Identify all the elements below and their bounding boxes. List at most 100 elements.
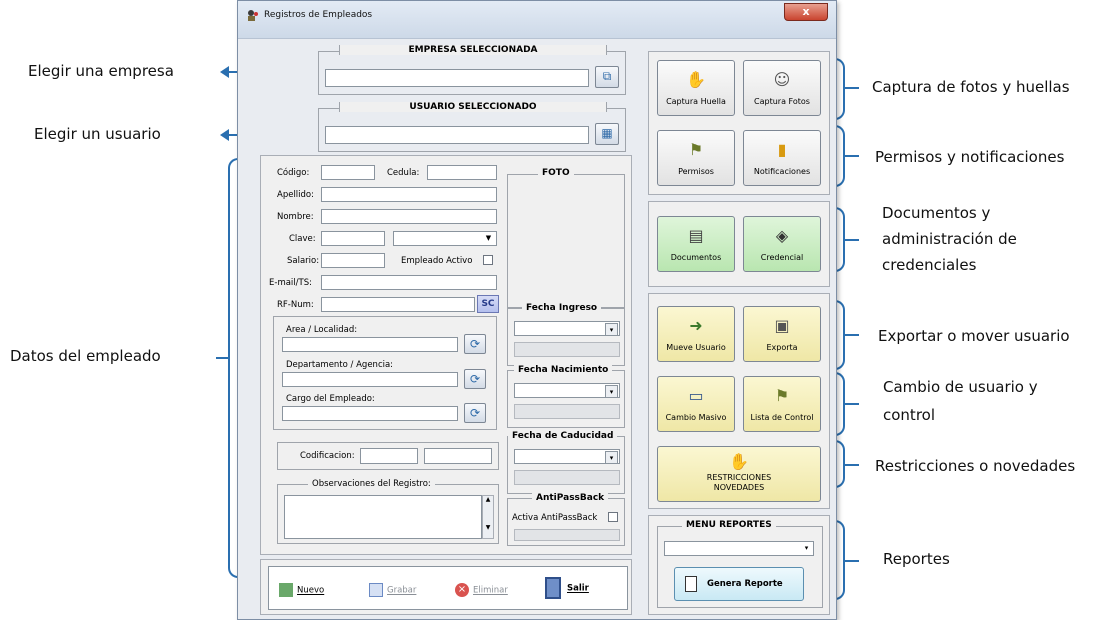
network-icon: ⧉ bbox=[602, 69, 612, 83]
tick-permisos bbox=[845, 155, 859, 157]
cambio-masivo-button[interactable]: ▭ Cambio Masivo bbox=[657, 376, 735, 432]
observaciones-groupbox: Observaciones del Registro: ▲ ▼ bbox=[277, 479, 499, 544]
usuario-select-button[interactable]: ▦ bbox=[595, 123, 619, 145]
rfnum-label: RF-Num: bbox=[277, 300, 314, 310]
observaciones-label: Observaciones del Registro: bbox=[308, 479, 435, 489]
callout-captura: Captura de fotos y huellas bbox=[872, 78, 1070, 96]
fecha-caducidad-label: Fecha de Caducidad bbox=[508, 431, 618, 441]
exporta-button[interactable]: ▣ Exporta bbox=[743, 306, 821, 362]
cambio-masivo-label: Cambio Masivo bbox=[665, 413, 727, 422]
nombre-input[interactable] bbox=[321, 209, 497, 224]
usuario-input[interactable] bbox=[325, 126, 589, 144]
fecha-caducidad-dropdown[interactable]: ▾ bbox=[514, 449, 620, 464]
bulk-change-icon: ▭ bbox=[688, 386, 704, 405]
restrictions-icon: ✋ bbox=[729, 452, 749, 471]
captura-permisos-panel: ✋ Captura Huella ☺ Captura Fotos ⚑ Permi… bbox=[648, 51, 830, 195]
codificacion-input-1[interactable] bbox=[360, 448, 418, 464]
salir-button[interactable]: Salir bbox=[545, 577, 589, 599]
captura-huella-button[interactable]: ✋ Captura Huella bbox=[657, 60, 735, 116]
cargo-input[interactable] bbox=[282, 406, 458, 421]
clave-label: Clave: bbox=[289, 234, 316, 244]
empleado-activo-label: Empleado Activo bbox=[401, 256, 473, 266]
refresh-icon: ⟳ bbox=[469, 406, 481, 420]
chevron-down-icon: ▾ bbox=[605, 323, 618, 336]
antipassback-label: AntiPassBack bbox=[532, 493, 609, 503]
cedula-input[interactable] bbox=[427, 165, 497, 180]
title-bar[interactable]: Registros de Empleados x bbox=[238, 1, 836, 39]
close-button[interactable]: x bbox=[784, 3, 828, 21]
employee-data-panel: Código: Cedula: Apellido: Nombre: Clave:… bbox=[260, 155, 632, 555]
area-label: Area / Localidad: bbox=[286, 325, 358, 335]
documentos-button[interactable]: ▤ Documentos bbox=[657, 216, 735, 272]
tick-documentos bbox=[845, 239, 859, 241]
new-record-icon bbox=[279, 583, 293, 597]
chevron-down-icon: ▾ bbox=[804, 544, 809, 552]
departamento-lookup-button[interactable]: ⟳ bbox=[464, 369, 486, 389]
area-input[interactable] bbox=[282, 337, 458, 352]
permissions-icon: ⚑ bbox=[688, 140, 704, 159]
sc-button[interactable]: SC bbox=[477, 295, 499, 313]
codigo-input[interactable] bbox=[321, 165, 375, 180]
callout-datos-empleado: Datos del empleado bbox=[10, 347, 161, 365]
captura-huella-label: Captura Huella bbox=[666, 97, 726, 106]
genera-reporte-button[interactable]: Genera Reporte bbox=[674, 567, 804, 601]
activa-antipassback-label: Activa AntiPassBack bbox=[512, 513, 598, 523]
apellido-label: Apellido: bbox=[277, 190, 314, 200]
permisos-label: Permisos bbox=[678, 167, 714, 176]
grabar-label: Grabar bbox=[387, 585, 417, 596]
cargo-lookup-button[interactable]: ⟳ bbox=[464, 403, 486, 423]
tick-cambio bbox=[845, 403, 859, 405]
action-toolbar: Nuevo Grabar × Eliminar Salir bbox=[268, 566, 628, 610]
observaciones-textarea[interactable] bbox=[284, 495, 482, 539]
permisos-button[interactable]: ⚑ Permisos bbox=[657, 130, 735, 186]
rfnum-input[interactable] bbox=[321, 297, 475, 312]
callout-documentos-1: Documentos y bbox=[882, 204, 991, 222]
lista-control-button[interactable]: ⚑ Lista de Control bbox=[743, 376, 821, 432]
brace-datos-tick bbox=[216, 357, 230, 359]
email-input[interactable] bbox=[321, 275, 497, 290]
fecha-nacimiento-dropdown[interactable]: ▾ bbox=[514, 383, 620, 398]
notificaciones-button[interactable]: ▮ Notificaciones bbox=[743, 130, 821, 186]
nombre-label: Nombre: bbox=[277, 212, 314, 222]
eliminar-button[interactable]: × Eliminar bbox=[455, 583, 508, 597]
app-icon bbox=[246, 9, 259, 22]
empleado-activo-checkbox[interactable] bbox=[483, 255, 493, 265]
documentos-panel: ▤ Documentos ◈ Credencial bbox=[648, 201, 830, 287]
camera-icon: ☺ bbox=[773, 70, 791, 89]
nuevo-button[interactable]: Nuevo bbox=[279, 583, 324, 597]
captura-fotos-button[interactable]: ☺ Captura Fotos bbox=[743, 60, 821, 116]
grabar-button[interactable]: Grabar bbox=[369, 583, 416, 597]
refresh-icon: ⟳ bbox=[469, 337, 481, 351]
restricciones-button[interactable]: ✋ RESTRICCIONES NOVEDADES bbox=[657, 446, 821, 502]
codificacion-groupbox: Codificacion: bbox=[277, 442, 499, 470]
departamento-label: Departamento / Agencia: bbox=[286, 360, 394, 370]
mueve-usuario-button[interactable]: ➜ Mueve Usuario bbox=[657, 306, 735, 362]
empresa-select-button[interactable]: ⧉ bbox=[595, 66, 619, 88]
fecha-ingreso-label: Fecha Ingreso bbox=[522, 303, 602, 313]
salario-label: Salario: bbox=[287, 256, 320, 266]
usuario-groupbox: USUARIO SELECCIONADO ▦ bbox=[318, 102, 626, 152]
menu-reportes-groupbox: MENU REPORTES ▾ Genera Reporte bbox=[657, 520, 823, 608]
area-lookup-button[interactable]: ⟳ bbox=[464, 334, 486, 354]
departamento-input[interactable] bbox=[282, 372, 458, 387]
credencial-button[interactable]: ◈ Credencial bbox=[743, 216, 821, 272]
apellido-input[interactable] bbox=[321, 187, 497, 202]
fecha-ingreso-display bbox=[514, 342, 620, 357]
salario-input[interactable] bbox=[321, 253, 385, 268]
callout-documentos-3: credenciales bbox=[882, 256, 977, 274]
codificacion-input-2[interactable] bbox=[424, 448, 492, 464]
reportes-dropdown[interactable] bbox=[664, 541, 814, 556]
empresa-input[interactable] bbox=[325, 69, 589, 87]
callout-permisos: Permisos y notificaciones bbox=[875, 148, 1065, 166]
observaciones-scrollbar[interactable]: ▲ ▼ bbox=[482, 495, 494, 539]
callout-cambio-1: Cambio de usuario y bbox=[883, 378, 1038, 396]
genera-reporte-label: Genera Reporte bbox=[707, 579, 783, 589]
report-document-icon bbox=[685, 576, 697, 592]
foto-area bbox=[512, 183, 620, 303]
clave-dropdown[interactable]: ▼ bbox=[393, 231, 497, 246]
fecha-ingreso-dropdown[interactable]: ▾ bbox=[514, 321, 620, 336]
activa-antipassback-checkbox[interactable] bbox=[608, 512, 618, 522]
foto-groupbox: FOTO bbox=[507, 168, 625, 308]
employee-records-window: Registros de Empleados x EMPRESA SELECCI… bbox=[237, 0, 837, 620]
clave-input[interactable] bbox=[321, 231, 385, 246]
